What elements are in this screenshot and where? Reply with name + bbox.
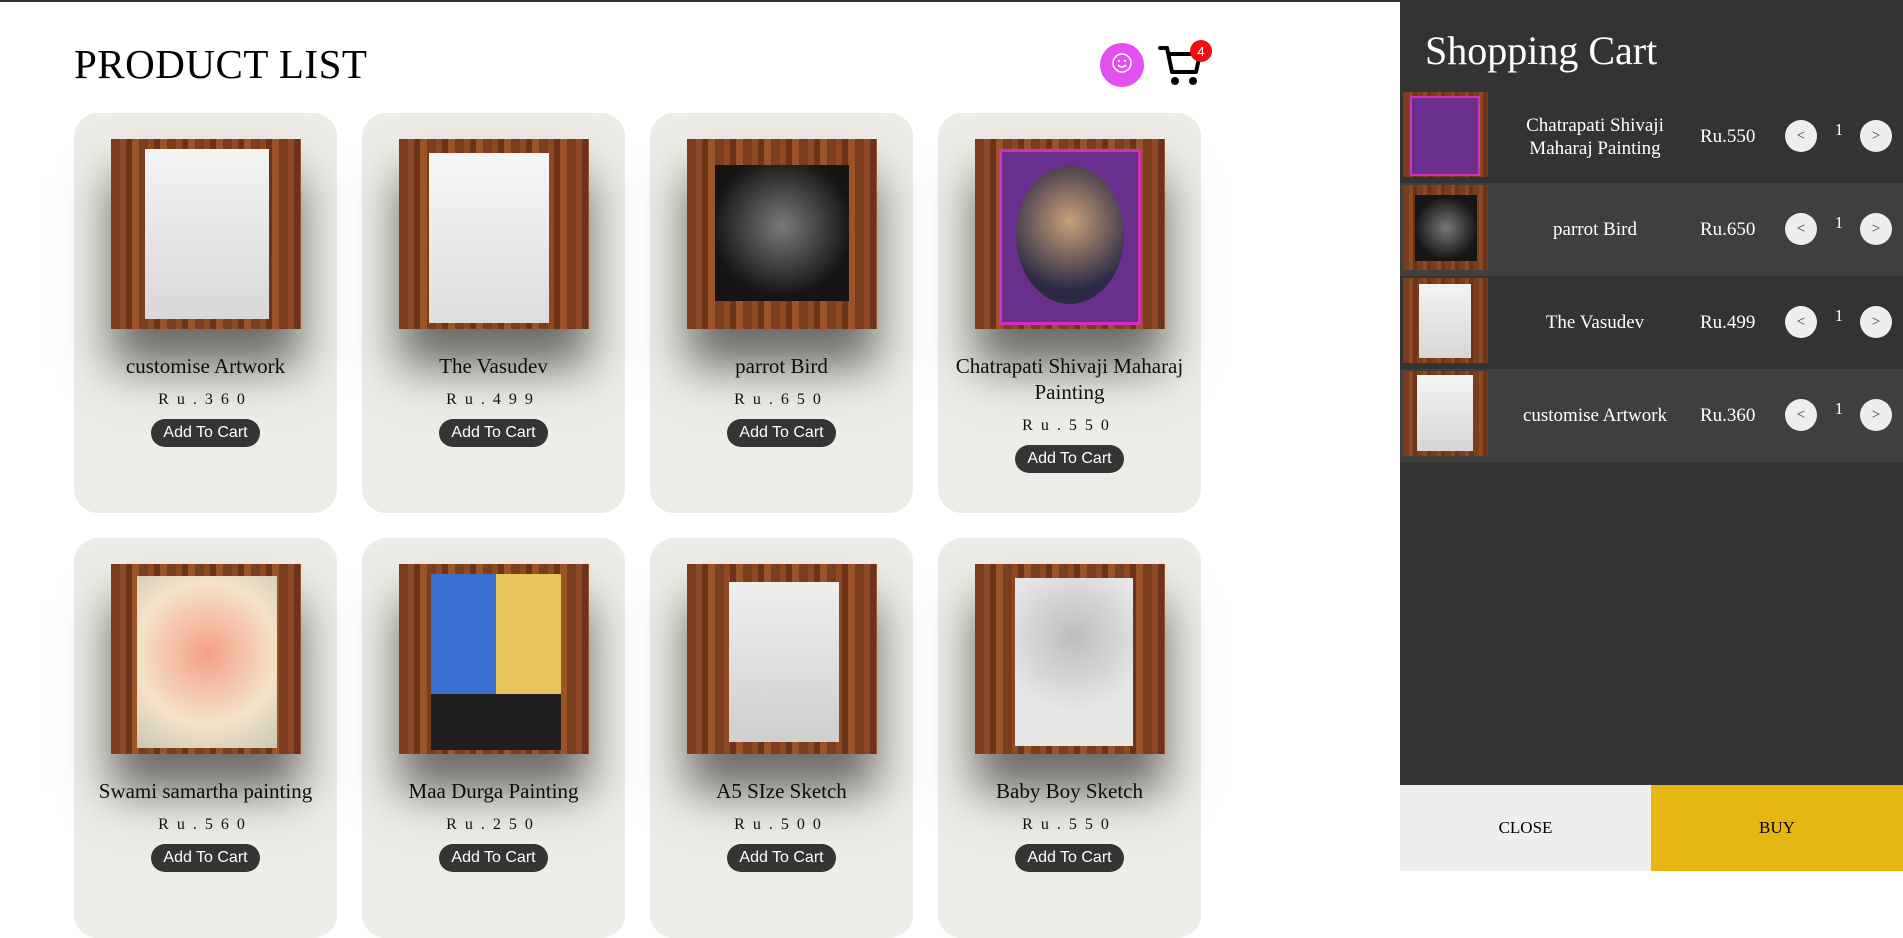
add-to-cart-button[interactable]: Add To Cart	[727, 844, 836, 872]
product-price: Ru.560	[158, 816, 253, 833]
cart-item-price: Ru.499	[1700, 311, 1756, 333]
product-price: Ru.550	[1022, 417, 1117, 434]
add-to-cart-button[interactable]: Add To Cart	[439, 844, 548, 872]
cart-item-price: Ru.650	[1700, 218, 1756, 240]
shopping-cart-panel: Shopping Cart Chatrapati Shivaji Maharaj…	[1400, 2, 1903, 871]
product-image[interactable]	[974, 564, 1165, 754]
product-price: Ru.250	[446, 816, 541, 833]
decrease-quantity-button[interactable]: <	[1785, 120, 1817, 152]
product-image[interactable]	[686, 564, 877, 754]
add-to-cart-button[interactable]: Add To Cart	[727, 419, 836, 447]
page-title: PRODUCT LIST	[74, 41, 368, 87]
increase-quantity-button[interactable]: >	[1860, 120, 1892, 152]
product-card: Swami samartha painting Ru.560 Add To Ca…	[74, 538, 337, 938]
cart-item-name: Chatrapati Shivaji Maharaj Painting	[1526, 114, 1664, 159]
product-image[interactable]	[686, 139, 877, 329]
cart-item-image	[1403, 371, 1488, 456]
product-name: Chatrapati Shivaji Maharaj Painting	[955, 354, 1184, 404]
cart-item: The Vasudev Ru.499 < 1 >	[1400, 276, 1903, 369]
product-name: Swami samartha painting	[98, 779, 313, 803]
buy-button[interactable]: BUY	[1651, 785, 1903, 871]
user-profile-button[interactable]	[1100, 43, 1144, 87]
decrease-quantity-button[interactable]: <	[1785, 306, 1817, 338]
quantity-value: 1	[1834, 213, 1844, 232]
cart-count-badge: 4	[1190, 40, 1212, 62]
cart-item: Chatrapati Shivaji Maharaj Painting Ru.5…	[1400, 90, 1903, 183]
product-card: Maa Durga Painting Ru.250 Add To Cart	[362, 538, 625, 938]
cart-item-image	[1403, 185, 1488, 270]
decrease-quantity-button[interactable]: <	[1785, 213, 1817, 245]
cart-item-name: The Vasudev	[1545, 312, 1645, 333]
cart-item-price: Ru.360	[1700, 404, 1756, 426]
product-price: Ru.550	[1022, 816, 1117, 833]
product-grid: customise Artwork Ru.360 Add To Cart The…	[74, 113, 1204, 938]
product-card: customise Artwork Ru.360 Add To Cart	[74, 113, 337, 513]
add-to-cart-button[interactable]: Add To Cart	[1015, 844, 1124, 872]
product-image[interactable]	[974, 139, 1165, 329]
product-name: parrot Bird	[735, 354, 828, 378]
cart-item-image	[1403, 278, 1488, 363]
increase-quantity-button[interactable]: >	[1860, 306, 1892, 338]
product-card: Chatrapati Shivaji Maharaj Painting Ru.5…	[938, 113, 1201, 513]
cart-item-price: Ru.550	[1700, 125, 1756, 147]
product-image[interactable]	[110, 139, 301, 329]
quantity-value: 1	[1834, 399, 1844, 418]
decrease-quantity-button[interactable]: <	[1785, 399, 1817, 431]
cart-item: customise Artwork Ru.360 < 1 >	[1400, 369, 1903, 462]
shopping-cart-icon	[1158, 46, 1202, 92]
product-name: Baby Boy Sketch	[996, 779, 1143, 803]
product-price: Ru.499	[446, 391, 541, 408]
product-card: A5 SIze Sketch Ru.500 Add To Cart	[650, 538, 913, 938]
cart-title: Shopping Cart	[1425, 28, 1658, 73]
product-price: Ru.500	[734, 816, 829, 833]
product-name: Maa Durga Painting	[408, 779, 579, 803]
cart-item-image	[1403, 92, 1488, 177]
smiley-face-icon	[1110, 51, 1134, 80]
increase-quantity-button[interactable]: >	[1860, 399, 1892, 431]
product-price: Ru.360	[158, 391, 253, 408]
quantity-value: 1	[1834, 120, 1844, 139]
product-image[interactable]	[398, 564, 589, 754]
product-name: The Vasudev	[439, 354, 548, 378]
cart-item-name: parrot Bird	[1553, 219, 1637, 240]
product-price: Ru.650	[734, 391, 829, 408]
add-to-cart-button[interactable]: Add To Cart	[439, 419, 548, 447]
product-name: customise Artwork	[125, 354, 286, 378]
cart-item-name: customise Artwork	[1522, 405, 1668, 426]
product-name: A5 SIze Sketch	[716, 779, 847, 803]
cart-item: parrot Bird Ru.650 < 1 >	[1400, 183, 1903, 276]
quantity-value: 1	[1834, 306, 1844, 325]
cart-button[interactable]: 4	[1158, 40, 1212, 88]
close-cart-button[interactable]: CLOSE	[1400, 785, 1651, 871]
product-card: Baby Boy Sketch Ru.550 Add To Cart	[938, 538, 1201, 938]
add-to-cart-button[interactable]: Add To Cart	[151, 844, 260, 872]
product-card: parrot Bird Ru.650 Add To Cart	[650, 113, 913, 513]
product-card: The Vasudev Ru.499 Add To Cart	[362, 113, 625, 513]
add-to-cart-button[interactable]: Add To Cart	[151, 419, 260, 447]
increase-quantity-button[interactable]: >	[1860, 213, 1892, 245]
product-image[interactable]	[110, 564, 301, 754]
product-image[interactable]	[398, 139, 589, 329]
add-to-cart-button[interactable]: Add To Cart	[1015, 445, 1124, 473]
cart-item-list: Chatrapati Shivaji Maharaj Painting Ru.5…	[1400, 90, 1903, 462]
